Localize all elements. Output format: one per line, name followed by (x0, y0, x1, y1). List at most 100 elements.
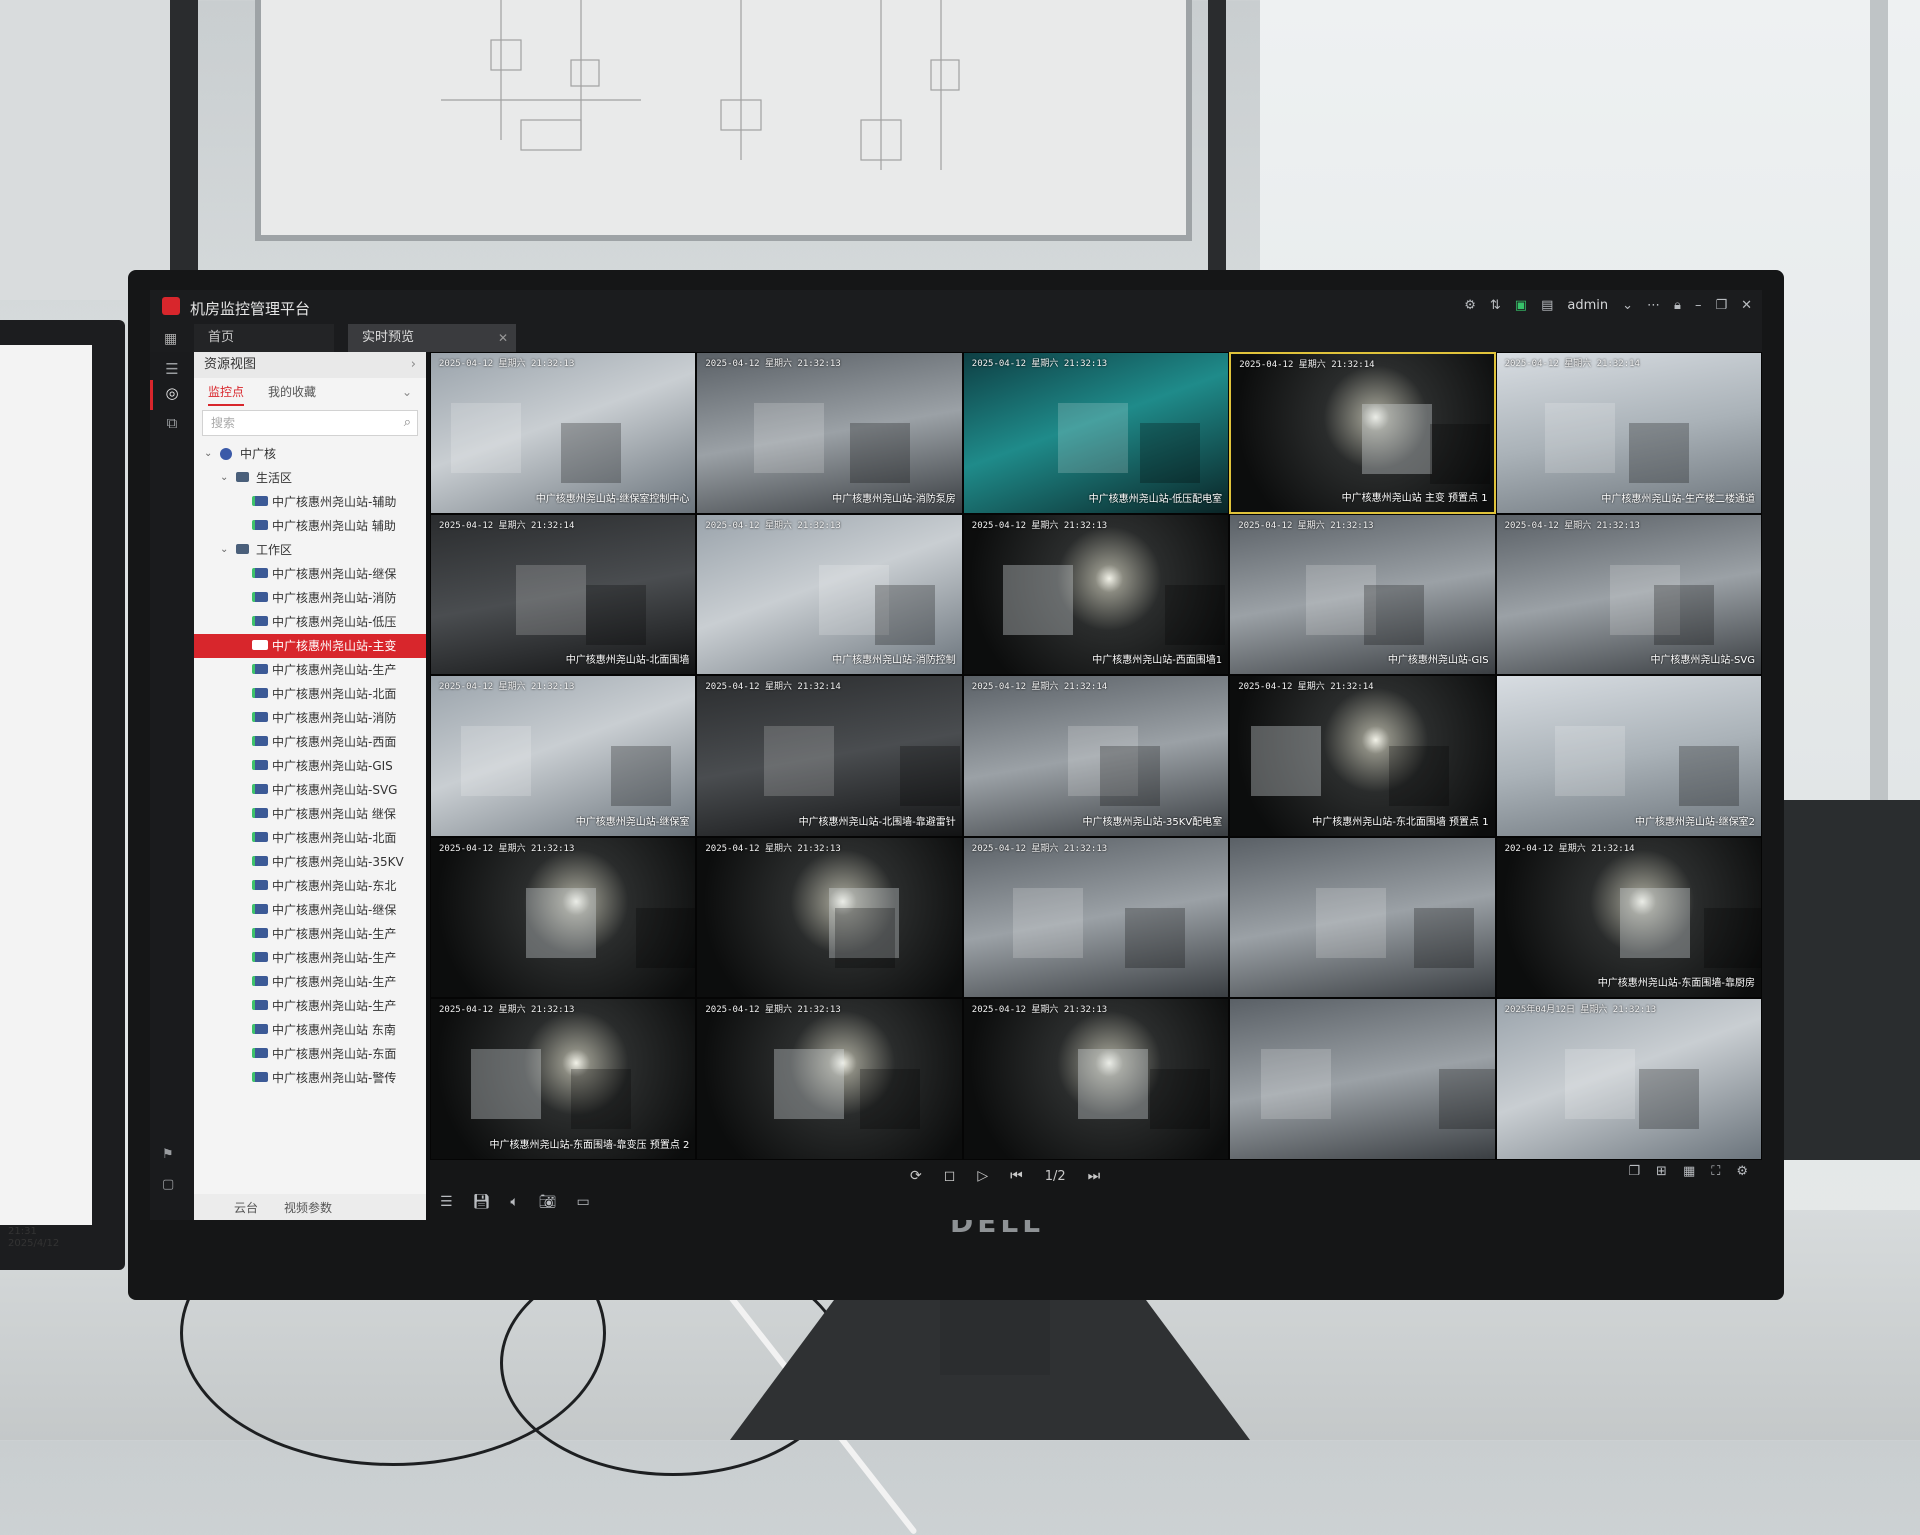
tree-camera-item[interactable]: 中广核惠州尧山站-消防 (194, 706, 426, 730)
minimize-icon[interactable]: – (1695, 298, 1702, 313)
restore-icon[interactable]: ❐ (1715, 298, 1727, 313)
previous-page-icon[interactable]: ⏮︎ (1010, 1168, 1023, 1184)
lock-icon[interactable]: 🔒︎ (1674, 298, 1681, 313)
expand-caret-icon[interactable]: ⌄ (220, 538, 228, 562)
record-icon[interactable]: ▭ (577, 1194, 590, 1210)
settings-icon[interactable]: ⚙ (1464, 298, 1476, 313)
tree-camera-item[interactable]: 中广核惠州尧山站-生产 (194, 658, 426, 682)
tree-camera-item[interactable]: 中广核惠州尧山站-北面 (194, 682, 426, 706)
tree-camera-item[interactable]: 中广核惠州尧山站-SVG (194, 778, 426, 802)
monitor-status-icon[interactable]: ▣ (1515, 298, 1527, 313)
tree-camera-item[interactable]: 中广核惠州尧山站-生产 (194, 970, 426, 994)
camera-view[interactable]: 2025-04-12 星期六 21:32:13 中广核惠州尧山站-GIS (1229, 513, 1496, 676)
tree-camera-item[interactable]: 中广核惠州尧山站 辅助 (194, 514, 426, 538)
camera-view[interactable]: 2025-04-12 星期六 21:32:13 (696, 998, 963, 1160)
tree-camera-item[interactable]: 中广核惠州尧山站-继保 (194, 562, 426, 586)
screen-icon[interactable]: ▤ (1541, 298, 1553, 313)
camera-view[interactable]: 2025-04-12 星期六 21:32:13 中广核惠州尧山站-SVG (1495, 513, 1762, 676)
camera-view[interactable]: 2025年04月12日 星期六 21:32:13 (1495, 998, 1762, 1160)
camera-view[interactable]: 2025-04-12 星期六 21:32:13 中广核惠州尧山站-消防控制 (696, 513, 963, 676)
camera-view[interactable]: 2025-04-12 星期六 21:32:13 中广核惠州尧山站-继保室 (430, 675, 697, 837)
fullscreen-icon[interactable]: ⛶ (1711, 1164, 1720, 1179)
tree-camera-item[interactable]: 中广核惠州尧山站-生产 (194, 922, 426, 946)
camera-view[interactable]: 2025-04-12 星期六 21:32:13 中广核惠州尧山站-东面围墙-靠变压… (430, 998, 697, 1160)
refresh-icon[interactable]: ⟳ (910, 1168, 922, 1184)
expand-caret-icon[interactable]: ⌄ (220, 466, 228, 490)
camera-view[interactable]: 2025-04-12 星期六 21:32:14 中广核惠州尧山站-北面围墙 (430, 513, 697, 676)
user-name[interactable]: admin (1567, 298, 1608, 313)
tree-camera-item[interactable]: 中广核惠州尧山站-消防 (194, 586, 426, 610)
subtab-monitor-points[interactable]: 监控点 (208, 380, 245, 406)
tab-home[interactable]: 首页 (194, 324, 334, 352)
camera-view[interactable]: 2025-04-12 星期六 21:32:14 中广核惠州尧山站-东北面围墙 预置… (1229, 675, 1496, 837)
camera-view[interactable]: 2025-04-12 星期六 21:32:13 (430, 836, 697, 999)
tree-camera-item[interactable]: 中广核惠州尧山站-东面 (194, 1042, 426, 1066)
ptz-tab[interactable]: 云台 (234, 1199, 258, 1216)
tree-group-item[interactable]: ⌄ 工作区 (194, 538, 426, 562)
tree-camera-item[interactable]: 中广核惠州尧山站-主变 (194, 634, 426, 658)
next-page-icon[interactable]: ⏭︎ (1088, 1168, 1101, 1184)
tree-camera-item[interactable]: 中广核惠州尧山站-北面 (194, 826, 426, 850)
expand-caret-icon[interactable]: ⌄ (204, 442, 212, 466)
camera-view[interactable]: 2025-04-12 星期六 21:32:14 中广核惠州尧山站-北围墙-靠避雷针 (696, 675, 963, 837)
settings-icon[interactable]: ⚙ (1736, 1164, 1748, 1179)
tree-group-item[interactable]: ⌄ 中广核 (194, 442, 426, 466)
camera-view[interactable]: 2025-04-12 星期六 21:32:14 中广核惠州尧山站 主变 预置点 1 (1229, 352, 1496, 514)
playback-icon[interactable]: ⧉ (162, 414, 182, 434)
video-param-icon[interactable]: ▢ (162, 1177, 174, 1192)
tree-camera-item[interactable]: 中广核惠州尧山站-低压 (194, 610, 426, 634)
window-icon[interactable]: ❐ (1628, 1164, 1640, 1179)
ptz-icon[interactable]: ⚑ (162, 1147, 174, 1162)
volume-icon[interactable]: 🔈︎ (510, 1194, 518, 1210)
camera-view[interactable]: 2025-04-12 星期六 21:32:14 中广核惠州尧山站-生产楼二楼通道 (1495, 352, 1762, 514)
camera-view[interactable] (1229, 836, 1496, 999)
search-input[interactable]: 搜索 ⌕ (202, 410, 418, 436)
play-icon[interactable]: ▷ (977, 1168, 988, 1184)
layout-icon[interactable]: ⊞ (1656, 1164, 1667, 1179)
camera-view[interactable]: 2025-04-12 星期六 21:32:13 (962, 836, 1230, 999)
tree-camera-item[interactable]: 中广核惠州尧山站-东北 (194, 874, 426, 898)
camera-view[interactable]: 2025-04-12 星期六 21:32:13 中广核惠州尧山站-低压配电室 (962, 352, 1230, 514)
camera-label: 中广核惠州尧山站-继保室2 (1635, 816, 1755, 828)
chevron-right-icon[interactable]: › (411, 352, 416, 378)
sort-icon[interactable]: ⇅ (1490, 298, 1501, 313)
tree-camera-item[interactable]: 中广核惠州尧山站-生产 (194, 994, 426, 1018)
stop-icon[interactable]: ◻ (944, 1168, 956, 1184)
tree-camera-item[interactable]: 中广核惠州尧山站-警传 (194, 1066, 426, 1090)
camera-view[interactable] (1229, 998, 1496, 1160)
camera-view[interactable]: 2025-04-12 星期六 21:32:13 中广核惠州尧山站-继保室控制中心 (430, 352, 697, 514)
panel-header[interactable]: 资源视图 › (194, 352, 426, 378)
tree-camera-item[interactable]: 中广核惠州尧山站 继保 (194, 802, 426, 826)
tab-close-icon[interactable]: ✕ (498, 324, 508, 352)
tab-live-preview[interactable]: 实时预览 ✕ (348, 324, 516, 352)
camera-view[interactable]: 202-04-12 星期六 21:32:14 中广核惠州尧山站-东面围墙-靠厨房 (1495, 836, 1762, 999)
camera-view[interactable]: 2025-04-12 星期六 21:32:13 (696, 836, 963, 999)
split-icon[interactable]: ▦ (1683, 1164, 1695, 1179)
camera-view[interactable]: 2025-04-12 星期六 21:32:13 中广核惠州尧山站-消防泵房 (696, 352, 963, 514)
tree-camera-item[interactable]: 中广核惠州尧山站 东南 (194, 1018, 426, 1042)
camera-view[interactable]: 中广核惠州尧山站-继保室2 (1495, 675, 1762, 837)
snapshot-icon[interactable]: 📷︎ (539, 1194, 557, 1210)
tree-camera-item[interactable]: 中广核惠州尧山站-GIS (194, 754, 426, 778)
camera-view[interactable]: 2025-04-12 星期六 21:32:13 中广核惠州尧山站-西面围墙1 (962, 513, 1230, 676)
more-icon[interactable]: ⋯ (1647, 298, 1660, 313)
list-icon[interactable]: ☰ (440, 1194, 453, 1210)
apps-grid-icon[interactable]: ▦ (164, 331, 177, 347)
search-icon[interactable]: ⌕ (404, 411, 411, 435)
chevron-down-icon[interactable]: ⌄ (1622, 298, 1633, 313)
video-params-tab[interactable]: 视频参数 (284, 1199, 332, 1216)
tree-camera-item[interactable]: 中广核惠州尧山站-35KV (194, 850, 426, 874)
camera-view[interactable]: 2025-04-12 星期六 21:32:14 中广核惠州尧山站-35KV配电室 (962, 675, 1230, 837)
tree-camera-item[interactable]: 中广核惠州尧山站-辅助 (194, 490, 426, 514)
chevron-down-icon[interactable]: ⌄ (402, 380, 412, 404)
tree-camera-item[interactable]: 中广核惠州尧山站-西面 (194, 730, 426, 754)
menu-icon[interactable]: ☰ (162, 360, 182, 380)
subtab-favorites[interactable]: 我的收藏 (268, 380, 316, 404)
tree-group-item[interactable]: ⌄ 生活区 (194, 466, 426, 490)
tree-camera-item[interactable]: 中广核惠州尧山站-继保 (194, 898, 426, 922)
tree-camera-item[interactable]: 中广核惠州尧山站-生产 (194, 946, 426, 970)
close-icon[interactable]: ✕ (1741, 298, 1752, 313)
camera-view[interactable]: 2025-04-12 星期六 21:32:13 (962, 998, 1230, 1160)
save-icon[interactable]: 💾︎ (473, 1194, 491, 1210)
preview-icon[interactable]: ◎ (162, 384, 182, 404)
